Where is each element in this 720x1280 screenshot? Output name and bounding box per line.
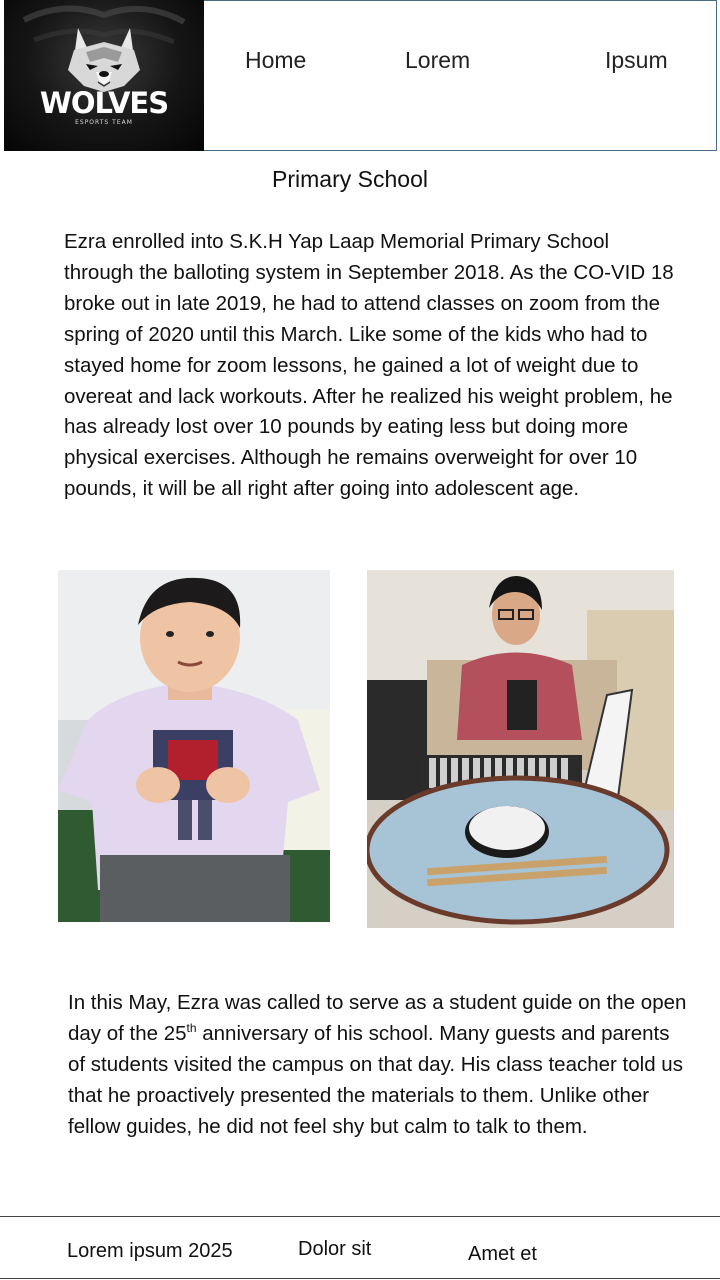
footer-link-amet[interactable]: Amet et	[468, 1243, 537, 1266]
footer-copyright[interactable]: Lorem ipsum 2025	[67, 1240, 233, 1263]
xylophone-photo	[367, 570, 674, 928]
nav-home[interactable]: Home	[245, 47, 306, 74]
page-title: Primary School	[272, 166, 428, 192]
footer-bottom-border	[0, 1278, 720, 1279]
nav-lorem[interactable]: Lorem	[405, 47, 470, 74]
nav-ipsum[interactable]: Ipsum	[605, 47, 668, 74]
footer-divider	[0, 1216, 720, 1217]
wolves-logo[interactable]: WOLVES ESPORTS TEAM	[4, 0, 204, 151]
ordinal-suffix: th	[186, 1021, 197, 1036]
wolf-head-icon	[22, 5, 186, 92]
logo-wordmark: WOLVES	[39, 86, 169, 120]
open-day-paragraph: In this May, Ezra was called to serve as…	[68, 988, 688, 1143]
footer-link-dolor[interactable]: Dolor sit	[298, 1238, 371, 1261]
intro-paragraph: Ezra enrolled into S.K.H Yap Laap Memori…	[64, 230, 674, 501]
logo-tagline: ESPORTS TEAM	[75, 119, 133, 126]
school-uniform-photo	[58, 570, 330, 922]
